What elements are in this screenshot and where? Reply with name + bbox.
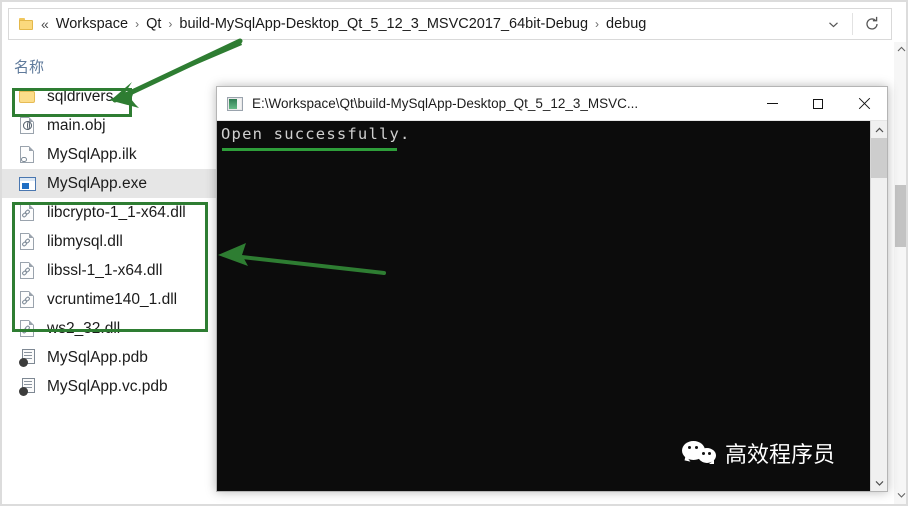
folder-icon <box>19 18 33 30</box>
list-item[interactable]: MySqlApp.pdb <box>0 343 240 372</box>
console-title-bar[interactable]: E:\Workspace\Qt\build-MySqlApp-Desktop_Q… <box>217 87 887 121</box>
dll-file-icon <box>18 261 37 280</box>
column-header-name[interactable]: 名称 <box>14 56 44 77</box>
refresh-button[interactable] <box>853 9 891 39</box>
list-item-selected[interactable]: MySqlApp.exe <box>0 169 240 198</box>
breadcrumb-separator: › <box>595 17 600 31</box>
file-name: MySqlApp.pdb <box>47 348 148 366</box>
close-button[interactable] <box>841 87 887 120</box>
file-name: sqldrivers <box>47 87 114 105</box>
minimize-button[interactable] <box>749 87 795 120</box>
file-name: MySqlApp.ilk <box>47 145 137 163</box>
list-item[interactable]: libcrypto-1_1-x64.dll <box>0 198 240 227</box>
wechat-icon <box>681 441 716 465</box>
file-name: vcruntime140_1.dll <box>47 290 178 308</box>
breadcrumb-separator: › <box>135 17 140 31</box>
file-name: ws2_32.dll <box>47 319 121 337</box>
dll-file-icon <box>18 290 37 309</box>
address-dropdown-button[interactable] <box>814 9 852 39</box>
ilk-file-icon <box>18 145 37 164</box>
minimize-icon <box>766 103 778 104</box>
explorer-window: « Workspace › Qt › build-MySqlApp-Deskto… <box>0 0 908 506</box>
console-title: E:\Workspace\Qt\build-MySqlApp-Desktop_Q… <box>252 96 639 111</box>
list-item[interactable]: vcruntime140_1.dll <box>0 285 240 314</box>
list-item[interactable]: main.obj <box>0 111 240 140</box>
list-item[interactable]: sqldrivers <box>0 82 240 111</box>
address-bar[interactable]: « Workspace › Qt › build-MySqlApp-Deskto… <box>8 8 892 40</box>
exe-file-icon <box>18 174 37 193</box>
console-output-line: Open successfully. <box>221 125 411 143</box>
list-item[interactable]: libmysql.dll <box>0 227 240 256</box>
explorer-scrollbar[interactable] <box>894 42 908 506</box>
console-window[interactable]: E:\Workspace\Qt\build-MySqlApp-Desktop_Q… <box>216 86 888 492</box>
list-item[interactable]: ws2_32.dll <box>0 314 240 343</box>
file-list: sqldrivers main.obj MySqlApp.ilk MySqlAp… <box>0 82 240 401</box>
watermark-text: 高效程序员 <box>724 443 835 468</box>
dll-file-icon <box>18 232 37 251</box>
breadcrumb-separator: › <box>168 17 173 31</box>
scroll-down-icon[interactable] <box>871 474 887 491</box>
list-item[interactable]: libssl-1_1-x64.dll <box>0 256 240 285</box>
console-app-icon <box>227 96 243 111</box>
file-name: libmysql.dll <box>47 232 123 250</box>
pdb-file-icon <box>18 377 37 396</box>
close-icon <box>858 98 870 110</box>
watermark: 高效程序员 <box>681 437 835 469</box>
chevron-down-icon <box>828 21 838 27</box>
refresh-icon <box>866 16 878 30</box>
file-name: libcrypto-1_1-x64.dll <box>47 203 186 221</box>
breadcrumb-qt[interactable]: Qt <box>145 14 162 34</box>
list-item[interactable]: MySqlApp.ilk <box>0 140 240 169</box>
dll-file-icon <box>18 319 37 338</box>
breadcrumb-debug[interactable]: debug <box>605 14 647 34</box>
scroll-up-icon[interactable] <box>894 42 908 56</box>
explorer-scrollbar-thumb[interactable] <box>895 185 907 247</box>
maximize-icon <box>813 98 823 109</box>
folder-icon <box>18 87 37 106</box>
list-item[interactable]: MySqlApp.vc.pdb <box>0 372 240 401</box>
breadcrumb-workspace[interactable]: Workspace <box>55 14 129 34</box>
obj-file-icon <box>18 116 37 135</box>
console-output-area[interactable]: Open successfully. 高效程序员 <box>217 121 887 491</box>
file-name: main.obj <box>47 116 106 134</box>
scroll-up-icon[interactable] <box>871 121 887 138</box>
console-scrollbar[interactable] <box>870 121 887 491</box>
console-scrollbar-thumb[interactable] <box>871 138 887 178</box>
output-underline-annotation <box>222 148 397 151</box>
pdb-file-icon <box>18 348 37 367</box>
scroll-down-icon[interactable] <box>894 488 908 502</box>
breadcrumb-build-dir[interactable]: build-MySqlApp-Desktop_Qt_5_12_3_MSVC201… <box>178 14 589 34</box>
maximize-button[interactable] <box>795 87 841 120</box>
file-name: libssl-1_1-x64.dll <box>47 261 163 279</box>
dll-file-icon <box>18 203 37 222</box>
file-name: MySqlApp.exe <box>47 174 147 192</box>
file-name: MySqlApp.vc.pdb <box>47 377 168 395</box>
breadcrumb-overflow-icon[interactable]: « <box>41 16 49 32</box>
